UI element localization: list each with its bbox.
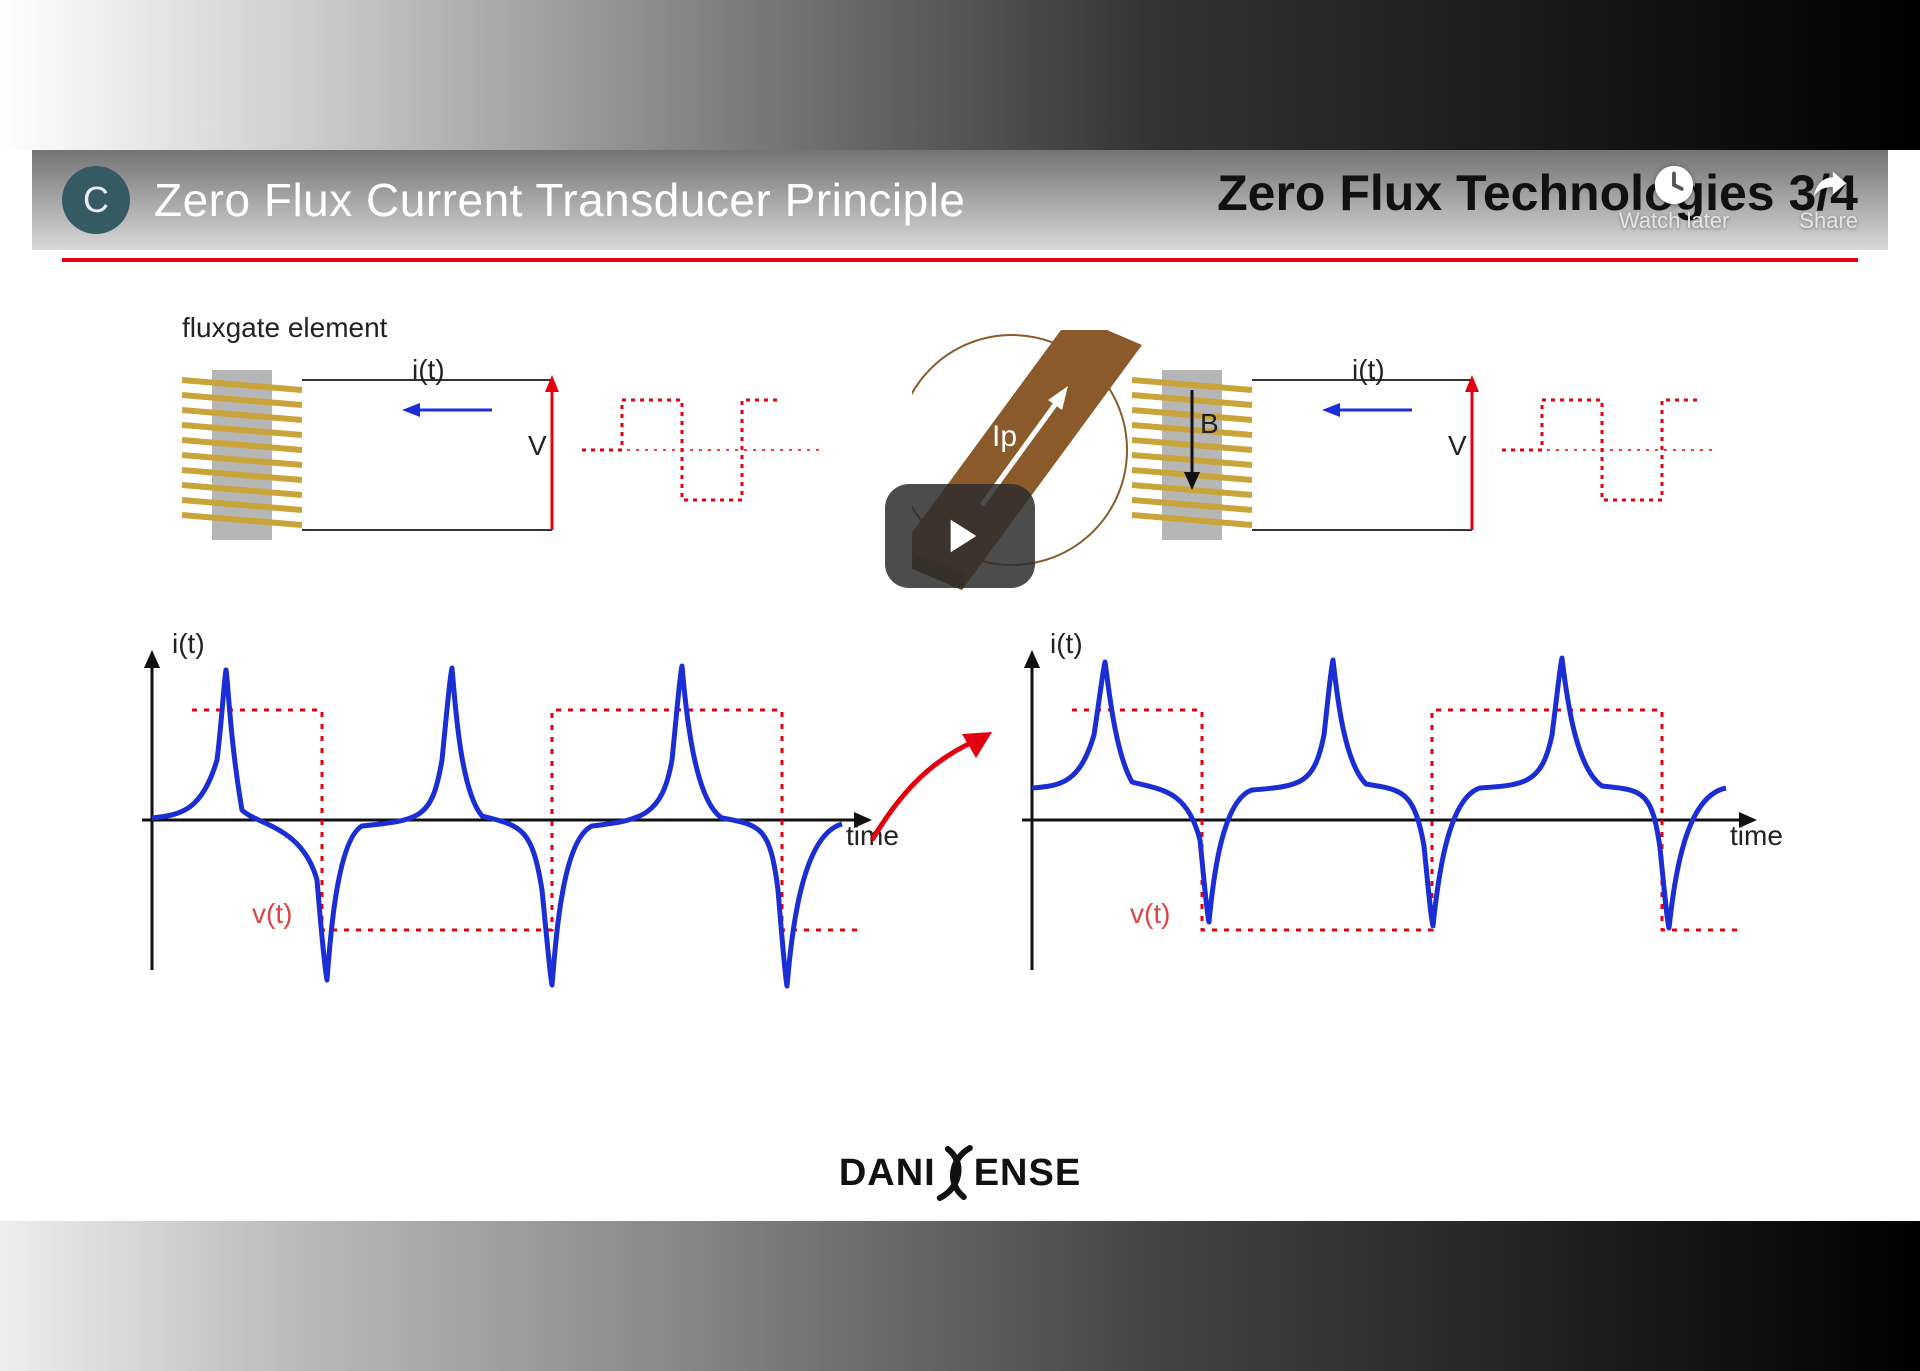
danisense-logo: DANI ENSE [839, 1143, 1081, 1203]
top-gradient-bar [0, 0, 1920, 150]
share-button[interactable]: Share [1799, 162, 1858, 234]
label-vt2: v(t) [1130, 898, 1170, 930]
share-label: Share [1799, 208, 1858, 234]
slide-content: fluxgate element i(t) V [122, 330, 1828, 1181]
right-fluxgate-schematic [912, 330, 1732, 630]
youtube-title-overlay: C Zero Flux Current Transducer Principle… [32, 150, 1888, 250]
play-button[interactable] [885, 484, 1035, 588]
slide-divider-red [62, 258, 1858, 262]
label-it-top2: i(t) [1352, 354, 1385, 386]
label-it-plot1: i(t) [172, 628, 205, 660]
play-icon [932, 508, 988, 564]
clock-icon [1651, 162, 1697, 208]
label-B: B [1200, 408, 1219, 440]
bottom-gradient-bar [0, 1221, 1920, 1371]
video-title[interactable]: Zero Flux Current Transducer Principle [154, 173, 966, 227]
right-waveform-plot [1002, 640, 1782, 1000]
label-vt1: v(t) [252, 898, 292, 930]
video-embed-frame: C Zero Flux Current Transducer Principle… [32, 150, 1888, 1221]
label-V1: V [528, 430, 547, 462]
label-time2: time [1730, 820, 1783, 852]
transition-arrow [862, 710, 1012, 860]
label-it-plot2: i(t) [1050, 628, 1083, 660]
corner-actions: Watch later Share [1619, 162, 1858, 234]
watch-later-button[interactable]: Watch later [1619, 162, 1729, 234]
avatar-letter: C [83, 179, 109, 221]
left-waveform-plot [122, 640, 892, 1000]
brand-part1: DANI [839, 1152, 936, 1195]
brand-part2: ENSE [974, 1152, 1081, 1195]
share-icon [1806, 162, 1852, 208]
left-fluxgate-schematic [122, 330, 902, 630]
logo-swoosh-icon [930, 1143, 980, 1203]
label-Ip: Ip [992, 420, 1017, 454]
label-it-top1: i(t) [412, 354, 445, 386]
label-fluxgate: fluxgate element [182, 312, 387, 344]
watch-later-label: Watch later [1619, 208, 1729, 234]
label-V2: V [1448, 430, 1467, 462]
channel-avatar[interactable]: C [62, 166, 130, 234]
